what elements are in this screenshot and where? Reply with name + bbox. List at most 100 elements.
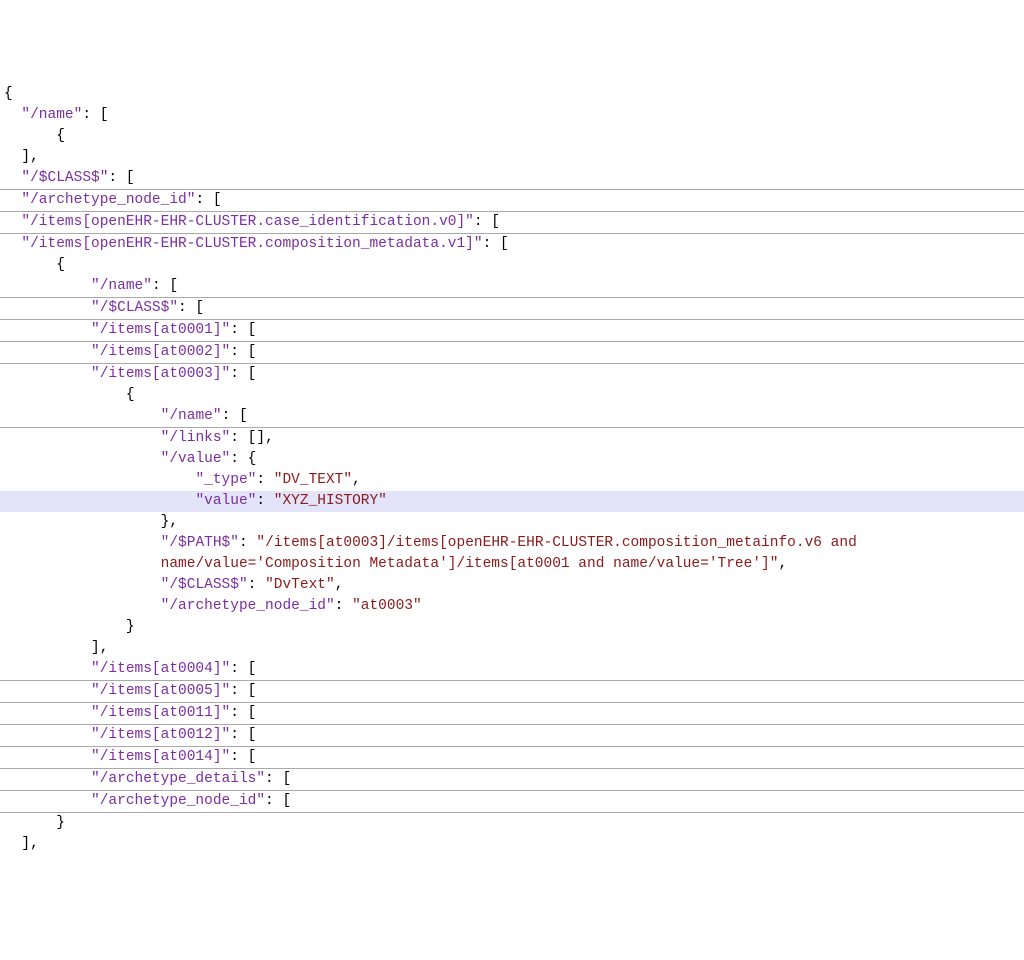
json-punct: : [: [265, 771, 291, 787]
json-punct: ,: [352, 472, 361, 488]
json-key: "/items[at0012]": [91, 727, 230, 743]
json-code-view: { "/name": [ { ], "/$CLASS$": [ "/archet…: [0, 84, 1024, 855]
json-key: "/name": [91, 278, 152, 294]
json-punct: : [: [195, 192, 221, 208]
json-key: "/archetype_node_id": [161, 598, 335, 614]
code-line: {: [0, 255, 1024, 276]
json-punct: : [: [230, 661, 256, 677]
json-punct: : [: [230, 705, 256, 721]
json-punct: : [: [483, 236, 509, 252]
code-line: "/items[at0001]": [: [0, 320, 1024, 342]
code-line: "/$PATH$": "/items[at0003]/items[openEHR…: [0, 533, 1024, 554]
json-key: "/$CLASS$": [91, 300, 178, 316]
code-line: name/value='Composition Metadata']/items…: [0, 554, 1024, 575]
json-punct: }: [126, 619, 135, 635]
json-key: "/value": [161, 451, 231, 467]
json-punct: {: [56, 257, 65, 273]
json-key: "/name": [161, 408, 222, 424]
json-punct: {: [4, 86, 13, 102]
code-line: ],: [0, 147, 1024, 168]
code-line: "/archetype_node_id": "at0003": [0, 596, 1024, 617]
json-punct: ],: [21, 149, 38, 165]
json-punct: : [: [152, 278, 178, 294]
json-punct: : [: [82, 107, 108, 123]
json-string: "XYZ_HISTORY": [274, 493, 387, 509]
code-line: },: [0, 512, 1024, 533]
json-key: "/links": [161, 430, 231, 446]
code-line: "/$CLASS$": "DvText",: [0, 575, 1024, 596]
code-line: "/items[at0005]": [: [0, 681, 1024, 703]
json-punct: :: [256, 472, 273, 488]
code-line: "/items[at0011]": [: [0, 703, 1024, 725]
json-key: "/items[at0003]": [91, 366, 230, 382]
json-punct: ],: [21, 836, 38, 852]
json-key: "value": [195, 493, 256, 509]
json-key: "/name": [21, 107, 82, 123]
json-key: "/archetype_node_id": [21, 192, 195, 208]
code-line: "/archetype_details": [: [0, 769, 1024, 791]
code-line: "/items[openEHR-EHR-CLUSTER.case_identif…: [0, 212, 1024, 234]
code-line: "/links": [],: [0, 428, 1024, 449]
json-punct: }: [56, 815, 65, 831]
code-line: "/archetype_node_id": [: [0, 791, 1024, 813]
json-key: "/items[at0014]": [91, 749, 230, 765]
json-key: "/items[at0001]": [91, 322, 230, 338]
code-line: "/items[at0012]": [: [0, 725, 1024, 747]
json-key: "/items[at0005]": [91, 683, 230, 699]
code-line: "/$CLASS$": [: [0, 298, 1024, 320]
code-line: "/items[at0002]": [: [0, 342, 1024, 364]
json-punct: {: [56, 128, 65, 144]
code-line: "/archetype_node_id": [: [0, 190, 1024, 212]
json-key: "/$CLASS$": [161, 577, 248, 593]
code-line: {: [0, 84, 1024, 105]
json-punct: : [: [474, 214, 500, 230]
json-punct: : [: [265, 793, 291, 809]
json-punct: : [: [222, 408, 248, 424]
json-string: "DvText": [265, 577, 335, 593]
json-punct: : [: [108, 170, 134, 186]
json-key: "/items[openEHR-EHR-CLUSTER.case_identif…: [21, 214, 473, 230]
json-string: "/items[at0003]/items[openEHR-EHR-CLUSTE…: [256, 535, 856, 551]
json-punct: ,: [778, 556, 787, 572]
code-line: "/name": [: [0, 105, 1024, 126]
code-line: }: [0, 813, 1024, 834]
code-line: "/name": [: [0, 276, 1024, 298]
json-key: "/archetype_node_id": [91, 793, 265, 809]
json-punct: : [],: [230, 430, 274, 446]
json-punct: :: [239, 535, 256, 551]
json-punct: : [: [230, 749, 256, 765]
json-punct: ,: [335, 577, 344, 593]
json-punct: : [: [230, 727, 256, 743]
json-punct: : [: [230, 683, 256, 699]
code-line: "value": "XYZ_HISTORY": [0, 491, 1024, 512]
json-key: "_type": [195, 472, 256, 488]
code-line: "/items[openEHR-EHR-CLUSTER.composition_…: [0, 234, 1024, 255]
code-line: {: [0, 126, 1024, 147]
json-punct: : [: [230, 344, 256, 360]
json-key: "/items[at0002]": [91, 344, 230, 360]
json-punct: : [: [230, 322, 256, 338]
code-line: "/value": {: [0, 449, 1024, 470]
code-line: }: [0, 617, 1024, 638]
json-punct: :: [248, 577, 265, 593]
code-line: "/name": [: [0, 406, 1024, 428]
json-punct: : [: [178, 300, 204, 316]
json-punct: : {: [230, 451, 256, 467]
json-punct: :: [335, 598, 352, 614]
json-punct: :: [256, 493, 273, 509]
json-key: "/items[at0011]": [91, 705, 230, 721]
json-string: "at0003": [352, 598, 422, 614]
code-line: "_type": "DV_TEXT",: [0, 470, 1024, 491]
code-line: "/items[at0003]": [: [0, 364, 1024, 385]
json-punct: ],: [91, 640, 108, 656]
json-punct: : [: [230, 366, 256, 382]
json-punct: },: [161, 514, 178, 530]
json-string: "DV_TEXT": [274, 472, 352, 488]
json-key: "/items[openEHR-EHR-CLUSTER.composition_…: [21, 236, 482, 252]
code-line: {: [0, 385, 1024, 406]
json-key: "/$CLASS$": [21, 170, 108, 186]
code-line: "/items[at0004]": [: [0, 659, 1024, 681]
code-line: "/items[at0014]": [: [0, 747, 1024, 769]
code-line: ],: [0, 834, 1024, 855]
json-key: "/archetype_details": [91, 771, 265, 787]
